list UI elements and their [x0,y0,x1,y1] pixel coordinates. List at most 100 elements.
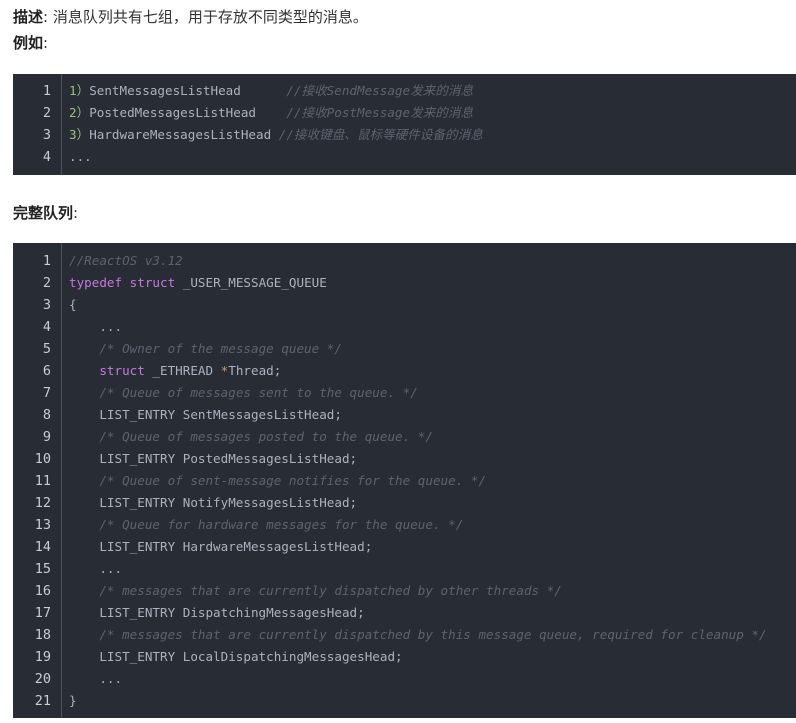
line-number: 8 [42,407,51,423]
code-token: _ETHREAD [144,363,221,378]
code-token: { [69,297,77,312]
code-token: LIST_ENTRY NotifyMessagesListHead; [69,495,358,510]
code-token: //接收SendMessage发来的消息 [286,83,474,98]
code-token: /* Queue for hardware messages for the q… [99,517,464,532]
code-token: LIST_ENTRY LocalDispatchingMessagesHead; [69,649,403,664]
line-number: 6 [42,363,51,379]
line-number: 12 [34,495,51,511]
code-token: ... [69,319,123,334]
code-text: LIST_ENTRY NotifyMessagesListHead; [69,492,357,514]
code-token: /* Queue of sent-message notifies for th… [99,473,487,488]
code-line: 7 /* Queue of messages sent to the queue… [13,382,796,404]
full-queue-label: 完整队列 [13,204,74,222]
code-token: ... [69,561,123,576]
code-line: 1 1）SentMessagesListHead //接收SendMessage发… [13,80,796,102]
code-line: 3{ [13,294,796,316]
code-line: 20 ... [13,668,796,690]
code-line: 10 LIST_ENTRY PostedMessagesListHead; [13,448,796,470]
code-block-user-message-queue-struct: 1 //ReactOS v3.12 2 typedef struct _USER_ME… [13,243,796,718]
code-line: 15 ... [13,558,796,580]
code-token: HardwareMessagesListHead [89,127,279,142]
code-token: /* Queue of messages sent to the queue. … [99,385,418,400]
code-token: ... [69,671,123,686]
full-queue-colon: : [73,204,79,222]
code-text: LIST_ENTRY PostedMessagesListHead; [69,448,357,470]
code-line: 19 LIST_ENTRY LocalDispatchingMessagesHe… [13,646,796,668]
line-number: 19 [34,649,51,665]
code-text: } [69,690,77,712]
code-token: //接收键盘、鼠标等硬件设备的消息 [278,127,483,142]
code-line: 4 ... [13,316,796,338]
line-number: 16 [34,583,51,599]
code-text: ... [69,668,122,690]
line-number: 4 [42,149,51,165]
code-line: 16 /* messages that are currently dispat… [13,580,796,602]
line-number: 7 [42,385,51,401]
code-text: ... [69,146,92,168]
code-token: } [69,693,77,708]
code-token: /* Owner of the message queue */ [99,341,342,356]
code-line: 11 /* Queue of sent-message notifies for… [13,470,796,492]
description-text: 消息队列共有七组，用于存放不同类型的消息。 [52,8,368,26]
code-text: /* Queue of sent-message notifies for th… [69,470,486,492]
code-line: 17 LIST_ENTRY DispatchingMessagesHead; [13,602,796,624]
code-token: /* Queue of messages posted to the queue… [99,429,433,444]
code-line: 9 /* Queue of messages posted to the que… [13,426,796,448]
code-token: 2） [69,105,90,120]
code-line: 21} [13,690,796,712]
line-number: 20 [34,671,51,687]
code-line: 14 LIST_ENTRY HardwareMessagesListHead; [13,536,796,558]
line-number: 9 [42,429,51,445]
line-number: 2 [42,275,51,291]
code-text: LIST_ENTRY SentMessagesListHead; [69,404,342,426]
example-heading: 例如: [13,33,48,53]
code-token: PostedMessagesListHead [89,105,287,120]
code-token: //ReactOS v3.12 [69,253,183,268]
code-token: ... [69,149,92,164]
code-text: LIST_ENTRY HardwareMessagesListHead; [69,536,372,558]
code-text: /* messages that are currently dispatche… [69,624,766,646]
line-number: 14 [34,539,51,555]
line-number: 4 [42,319,51,335]
code-text: //ReactOS v3.12 [69,250,183,272]
code-text: /* Queue of messages posted to the queue… [69,426,433,448]
line-number: 13 [34,517,51,533]
description-label: 描述 [13,8,44,26]
code-text: 1）SentMessagesListHead //接收SendMessage发来… [69,80,473,102]
code-text: 2）PostedMessagesListHead //接收PostMessage… [69,102,473,124]
code-text: /* Owner of the message queue */ [69,338,342,360]
line-number: 3 [42,297,51,313]
line-number: 1 [42,83,51,99]
code-token: struct [129,275,176,290]
code-text: { [69,294,77,316]
code-line: 2 2）PostedMessagesListHead //接收PostMessag… [13,102,796,124]
code-line: 5 /* Owner of the message queue */ [13,338,796,360]
code-token: SentMessagesListHead [89,83,287,98]
code-token: 3） [69,127,90,142]
full-queue-heading: 完整队列: [13,203,78,223]
code-text: ... [69,558,122,580]
code-text: /* Queue for hardware messages for the q… [69,514,463,536]
line-number: 17 [34,605,51,621]
code-text: /* messages that are currently dispatche… [69,580,562,602]
code-text: typedef struct _USER_MESSAGE_QUEUE [69,272,327,294]
code-text: 3）HardwareMessagesListHead //接收键盘、鼠标等硬件设… [69,124,483,146]
code-token: typedef [69,275,123,290]
code-line: 18 /* messages that are currently dispat… [13,624,796,646]
code-text: ... [69,316,122,338]
line-number: 3 [42,127,51,143]
code-text: LIST_ENTRY DispatchingMessagesHead; [69,602,364,624]
line-number: 18 [34,627,51,643]
example-label: 例如 [13,34,44,52]
code-block-message-queues: 1 1）SentMessagesListHead //接收SendMessage发… [13,74,796,175]
code-token: _USER_MESSAGE_QUEUE [175,275,327,290]
code-token: /* messages that are currently dispatche… [99,583,562,598]
line-number: 11 [34,473,51,489]
